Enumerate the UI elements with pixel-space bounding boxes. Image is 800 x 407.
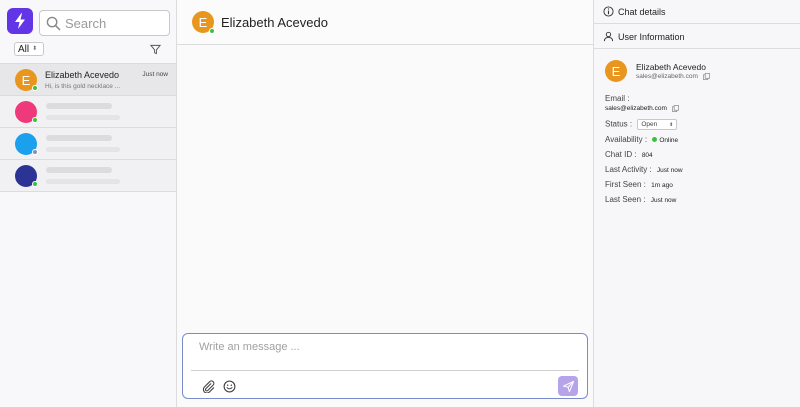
- send-icon: [562, 380, 574, 392]
- profile-email: sales@elizabeth.com: [636, 73, 710, 80]
- last-seen-label: Last Seen :: [605, 195, 646, 204]
- first-seen-label: First Seen :: [605, 180, 646, 189]
- availability-row: Availability : Online: [605, 135, 678, 144]
- status-select-value: Open: [641, 121, 658, 128]
- emoji-button[interactable]: [222, 379, 236, 393]
- status-row: Status : Open ⬍: [605, 119, 678, 130]
- skeleton-line: [46, 135, 112, 141]
- conversation-name: Elizabeth Acevedo: [45, 70, 120, 80]
- conversation-item-placeholder[interactable]: [0, 160, 176, 192]
- conversation-preview: Hi, is this gold necklace ...: [45, 83, 121, 90]
- copy-icon[interactable]: [702, 73, 710, 80]
- user-information-header[interactable]: User Information: [594, 25, 800, 49]
- online-status-dot: [652, 137, 658, 143]
- chat-id-row: Chat ID : 804: [605, 150, 653, 159]
- conversation-item-placeholder[interactable]: [0, 96, 176, 128]
- skeleton-line: [46, 103, 112, 109]
- last-activity-row: Last Activity : Just now: [605, 165, 683, 174]
- status-dot: [32, 149, 38, 155]
- skeleton-line: [46, 167, 112, 173]
- filter-button[interactable]: [148, 42, 162, 56]
- status-dot: [209, 28, 215, 34]
- chat-details-title: Chat details: [618, 6, 666, 17]
- contact-name: Elizabeth Acevedo: [221, 15, 328, 30]
- funnel-icon: [149, 44, 161, 54]
- chat-header: E Elizabeth Acevedo: [177, 0, 593, 45]
- paperclip-icon: [202, 379, 214, 393]
- conversation-list: E Elizabeth Acevedo Just now Hi, is this…: [0, 63, 176, 192]
- availability-label: Availability :: [605, 135, 648, 144]
- chat-id-label: Chat ID :: [605, 150, 637, 159]
- availability-value: Online: [659, 137, 679, 144]
- profile-email-text: sales@elizabeth.com: [636, 73, 698, 80]
- email-value: sales@elizabeth.com: [605, 105, 679, 112]
- conversation-item[interactable]: E Elizabeth Acevedo Just now Hi, is this…: [0, 64, 176, 96]
- user-information-title: User Information: [618, 31, 685, 42]
- skeleton-line: [46, 147, 120, 152]
- attach-button[interactable]: [201, 379, 215, 393]
- email-value-text: sales@elizabeth.com: [605, 105, 667, 112]
- user-icon: [603, 31, 614, 42]
- info-icon: [603, 6, 614, 17]
- chat-details-header[interactable]: Chat details: [594, 0, 800, 24]
- status-select[interactable]: Open ⬍: [637, 119, 678, 130]
- status-dot: [32, 181, 38, 187]
- smiley-icon: [223, 380, 235, 392]
- copy-icon[interactable]: [671, 105, 679, 112]
- last-seen-value: Just now: [650, 197, 677, 204]
- skeleton-line: [46, 179, 120, 184]
- lightning-icon: [15, 13, 25, 29]
- last-activity-value: Just now: [656, 167, 683, 174]
- conversation-item-placeholder[interactable]: [0, 128, 176, 160]
- updown-caret-icon: ⬍: [669, 121, 674, 128]
- conversation-sidebar: All ⬍ E Elizabeth Acevedo Just now Hi, i…: [0, 0, 177, 407]
- status-dot: [32, 117, 38, 123]
- last-seen-row: Last Seen : Just now: [605, 195, 676, 204]
- profile-name: Elizabeth Acevedo: [636, 62, 706, 72]
- send-button[interactable]: [558, 376, 578, 396]
- email-label: Email :: [605, 94, 630, 103]
- filter-select-value: All: [18, 43, 30, 55]
- details-panel: Chat details User Information E Elizabet…: [594, 0, 800, 407]
- profile-avatar: E: [605, 60, 627, 82]
- status-label: Status :: [605, 119, 633, 129]
- search-input[interactable]: [65, 15, 165, 31]
- message-input[interactable]: [199, 341, 569, 361]
- status-dot: [32, 85, 38, 91]
- search-box[interactable]: [39, 10, 170, 36]
- skeleton-line: [46, 115, 120, 120]
- conversation-filter-select[interactable]: All ⬍: [14, 42, 44, 56]
- divider: [191, 370, 579, 371]
- app-logo[interactable]: [7, 8, 33, 34]
- chat-id-value: 804: [641, 152, 653, 159]
- message-composer: [182, 333, 588, 399]
- conversation-time: Just now: [142, 71, 168, 78]
- first-seen-row: First Seen : 1m ago: [605, 180, 673, 189]
- search-icon: [46, 16, 61, 30]
- last-activity-label: Last Activity :: [605, 165, 652, 174]
- first-seen-value: 1m ago: [651, 182, 673, 189]
- updown-caret-icon: ⬍: [32, 46, 38, 52]
- chat-pane: E Elizabeth Acevedo: [177, 0, 594, 407]
